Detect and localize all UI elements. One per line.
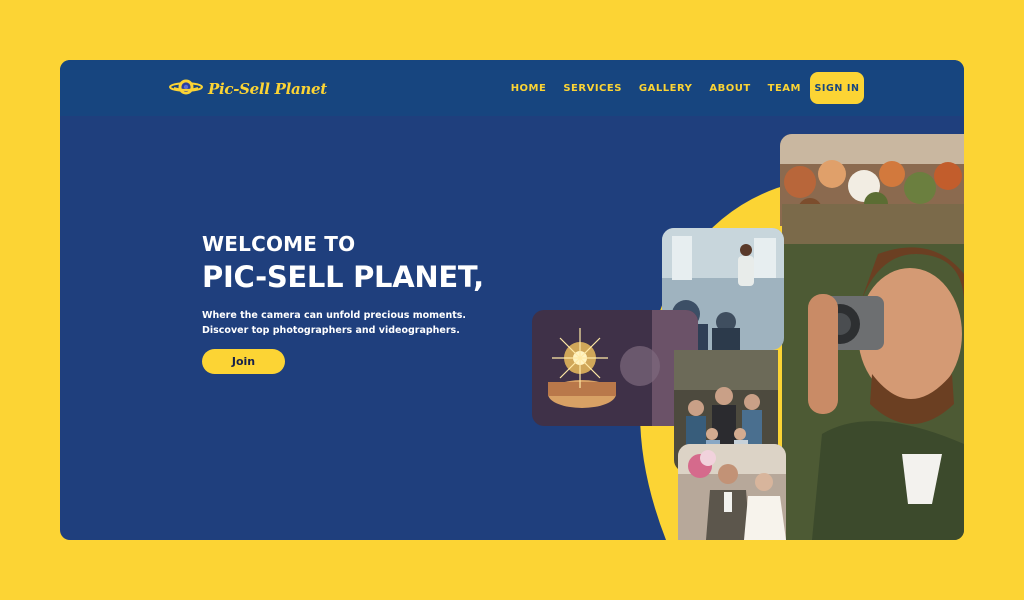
nav-services[interactable]: SERVICES	[563, 83, 622, 94]
hero-tagline: Where the camera can unfold precious mom…	[202, 308, 484, 338]
hero-section: WELCOME TO PIC-SELL PLANET, Where the ca…	[202, 232, 484, 374]
hero-welcome: WELCOME TO	[202, 232, 356, 256]
navbar: Pic-Sell Planet HOME SERVICES GALLERY AB…	[60, 60, 964, 116]
join-button[interactable]: Join	[202, 349, 285, 374]
logo-text: Pic-Sell Planet	[208, 80, 327, 98]
nav-gallery[interactable]: GALLERY	[639, 83, 692, 94]
nav-home[interactable]: HOME	[511, 83, 547, 94]
nav-about[interactable]: ABOUT	[709, 83, 750, 94]
photographer-man-photo	[782, 204, 964, 540]
logo[interactable]: Pic-Sell Planet	[168, 76, 327, 102]
hero-collage	[532, 132, 964, 540]
tagline-line-2: Discover top photographers and videograp…	[202, 325, 460, 336]
page-frame: Pic-Sell Planet HOME SERVICES GALLERY AB…	[60, 60, 964, 540]
nav-team[interactable]: TEAM	[768, 83, 801, 94]
sign-in-button[interactable]: SIGN IN	[810, 72, 864, 104]
tagline-line-1: Where the camera can unfold precious mom…	[202, 310, 467, 321]
hero-title: PIC-SELL PLANET,	[202, 260, 484, 294]
wedding-couple-photo	[678, 444, 786, 540]
nav-menu: HOME SERVICES GALLERY ABOUT TEAM SIGN IN	[511, 72, 864, 104]
planet-camera-icon	[168, 76, 204, 102]
